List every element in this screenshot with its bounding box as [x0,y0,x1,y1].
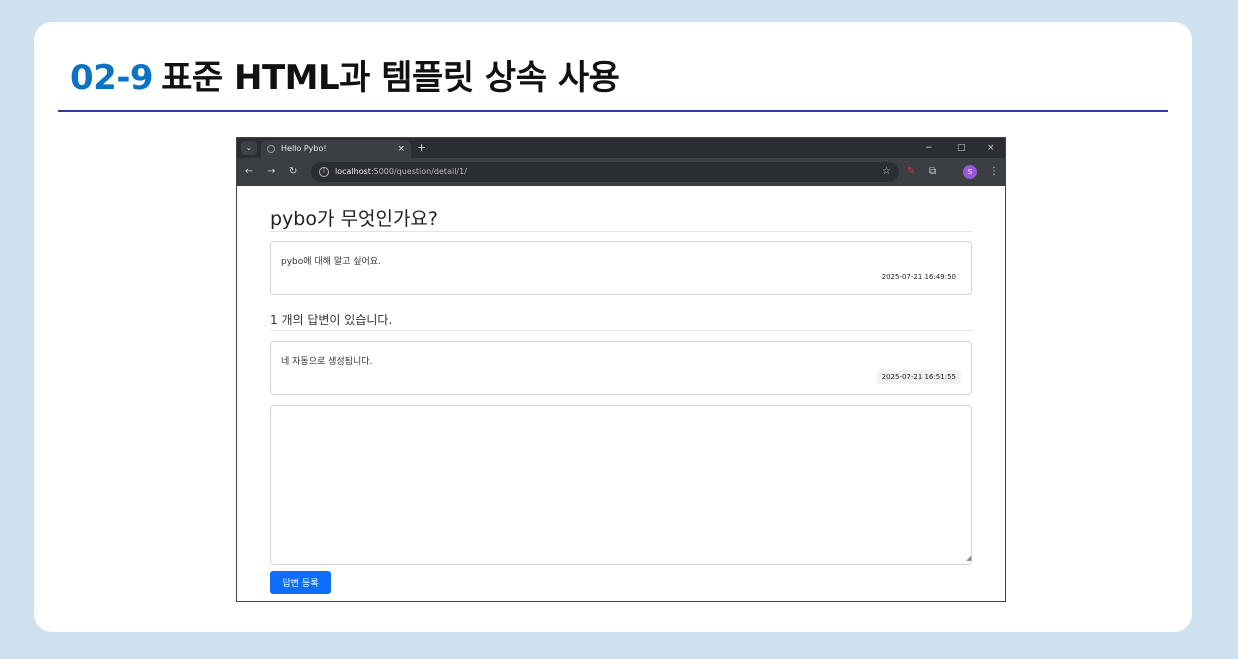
extension-pen-icon[interactable]: ✎ [907,164,915,180]
slide-number: 02-9 [70,58,154,98]
tab-bar: ⌄ Hello Pybo! × + − □ × [237,138,1005,158]
subject-divider [270,231,972,232]
submit-answer-button[interactable]: 답변 등록 [270,571,331,594]
menu-kebab-icon[interactable]: ⋮ [989,164,999,180]
tab-close-icon[interactable]: × [397,140,405,158]
resize-handle-icon[interactable]: ◢ [966,554,1003,600]
forward-icon[interactable]: → [267,164,275,180]
tab-title: Hello Pybo! [281,144,327,153]
question-content: pybo에 대해 알고 싶어요. [281,257,381,267]
browser-tab[interactable]: Hello Pybo! × [261,140,411,158]
site-info-icon[interactable]: i [319,167,329,177]
url-path: :5000/question/detail/1/ [370,167,467,176]
reload-icon[interactable]: ↻ [289,164,297,180]
slide-heading: 표준 HTML과 템플릿 상속 사용 [161,58,620,98]
answer-textarea[interactable] [270,405,972,565]
tab-search-icon[interactable]: ⌄ [241,141,257,155]
minimize-button[interactable]: − [925,140,933,156]
new-tab-button[interactable]: + [417,140,426,156]
globe-icon [267,145,275,153]
answer-card: 네 자동으로 생성됩니다. 2025-07-21 16:51:55 [270,341,972,395]
address-bar: ← → ↻ i localhost:5000/question/detail/1… [237,158,1005,186]
back-icon[interactable]: ← [245,164,253,180]
page-content: pybo가 무엇인가요? pybo에 대해 알고 싶어요. 2025-07-21… [237,186,1005,601]
url-input[interactable]: i localhost:5000/question/detail/1/ ☆ [311,162,899,182]
question-date-badge: 2025-07-21 16:49:50 [881,273,956,281]
browser-window: ⌄ Hello Pybo! × + − □ × ← → ↻ i localhos… [236,137,1006,602]
answers-divider [270,330,972,331]
slide: 02-9 표준 HTML과 템플릿 상속 사용 ⌄ Hello Pybo! × +… [34,22,1192,632]
bookmark-star-icon[interactable]: ☆ [882,162,891,182]
url-host: localhost [335,167,371,176]
question-card: pybo에 대해 알고 싶어요. 2025-07-21 16:49:50 [270,241,972,295]
question-subject: pybo가 무엇인가요? [270,208,438,230]
answer-date-badge: 2025-07-21 16:51:55 [876,370,961,384]
extensions-puzzle-icon[interactable]: ⧉ [929,164,936,180]
maximize-button[interactable]: □ [957,140,966,156]
answer-content: 네 자동으로 생성됩니다. [281,357,373,367]
title-divider [58,110,1168,112]
profile-avatar[interactable]: S [963,165,977,179]
answer-count-heading: 1 개의 답변이 있습니다. [270,313,393,327]
close-window-button[interactable]: × [987,140,995,156]
slide-title: 02-9 표준 HTML과 템플릿 상속 사용 [70,50,620,99]
